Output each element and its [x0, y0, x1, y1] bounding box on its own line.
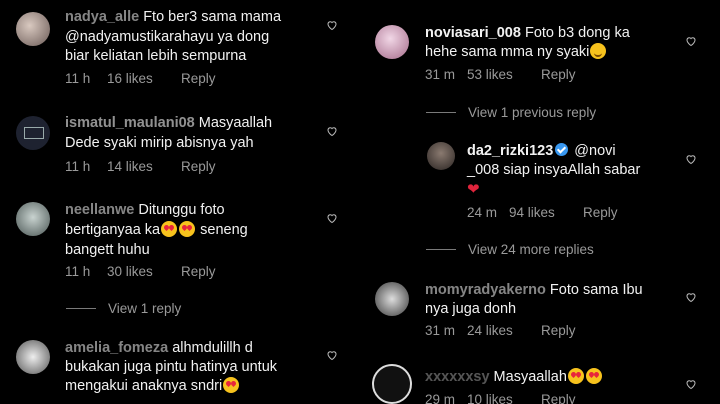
heart-eyes-emoji-icon: [161, 221, 178, 237]
heart-outline-icon[interactable]: [326, 212, 338, 224]
heart-outline-icon[interactable]: [326, 19, 338, 31]
avatar[interactable]: [375, 25, 409, 59]
comment-likes[interactable]: 30 likes: [107, 264, 167, 279]
comment-text: hehe sama mma ny syaki: [425, 44, 590, 60]
comment-time: 31 m: [425, 323, 456, 338]
avatar[interactable]: [16, 202, 50, 236]
view-previous-replies-link[interactable]: View 1 previous reply: [426, 105, 596, 120]
heart-eyes-emoji-icon: [179, 221, 196, 237]
avatar[interactable]: [16, 340, 50, 374]
divider-line: [426, 249, 456, 250]
panel-divider: [352, 0, 360, 404]
comment-username[interactable]: xxxxxxsy: [425, 369, 490, 385]
avatar[interactable]: [375, 282, 409, 316]
comment-text: biar keliatan lebih sempurna: [65, 48, 247, 64]
comment-username[interactable]: ismatul_maulani08: [65, 115, 195, 131]
red-heart-emoji-icon: ❤: [467, 181, 480, 198]
comments-column-right: noviasari_008 Foto b3 dong ka hehe sama …: [360, 0, 720, 404]
comment-text: Masyaallah: [198, 115, 273, 131]
comment-likes[interactable]: 53 likes: [467, 67, 527, 82]
heart-outline-icon[interactable]: [685, 378, 697, 390]
comment-username[interactable]: amelia_fomeza: [65, 340, 168, 356]
comment-time: 11 h: [65, 264, 91, 279]
comment-text: alhmdulillh d: [172, 340, 253, 356]
heart-outline-icon[interactable]: [685, 153, 697, 165]
comment-likes[interactable]: 94 likes: [509, 205, 569, 220]
comment-text: bukakan juga pintu hatinya untuk: [65, 359, 278, 375]
view-replies-label: View 1 reply: [108, 301, 182, 316]
reply-button[interactable]: Reply: [181, 71, 216, 86]
comment-time: 24 m: [467, 205, 498, 220]
view-previous-label: View 1 previous reply: [468, 105, 597, 120]
avatar[interactable]: [427, 142, 455, 170]
comment-text: seneng: [200, 222, 248, 238]
view-more-label: View 24 more replies: [468, 242, 594, 257]
verified-badge-icon: [555, 143, 569, 156]
comment-time: 11 h: [65, 159, 91, 174]
heart-outline-icon[interactable]: [326, 125, 338, 137]
avatar[interactable]: [16, 116, 50, 150]
comment-username[interactable]: nadya_alle: [65, 9, 139, 25]
comment-username[interactable]: momyradyakerno: [425, 282, 546, 298]
comment-text: @nadyamustikarahayu ya dong: [65, 29, 270, 45]
heart-eyes-emoji-icon: [567, 368, 584, 384]
comment-text: Ditunggu foto: [138, 202, 225, 218]
giggle-emoji-icon: [590, 43, 607, 59]
comment-text: nya juga donh: [425, 301, 517, 317]
comment-text: Foto b3 dong ka: [524, 25, 630, 41]
avatar[interactable]: [16, 12, 50, 46]
divider-line: [66, 308, 96, 309]
heart-eyes-emoji-icon: [585, 368, 602, 384]
comment-text: bertiganyaa ka: [65, 222, 161, 238]
comment-text: _008 siap insyaAllah sabar: [467, 162, 641, 178]
avatar[interactable]: [372, 364, 412, 404]
divider-line: [426, 112, 456, 113]
mention-link[interactable]: @novi: [574, 143, 615, 159]
comments-column-left: nadya_alle Fto ber3 sama mama @nadyamust…: [0, 0, 352, 404]
view-more-replies-link[interactable]: View 24 more replies: [426, 242, 594, 257]
reply-button[interactable]: Reply: [541, 67, 576, 82]
comment-time: 29 m: [425, 392, 456, 404]
comment-time: 31 m: [425, 67, 456, 82]
heart-eyes-emoji-icon: [223, 377, 240, 393]
comment-text: Foto sama Ibu: [549, 282, 643, 298]
comment-username[interactable]: noviasari_008: [425, 25, 521, 41]
view-replies-link[interactable]: View 1 reply: [66, 301, 181, 316]
heart-outline-icon[interactable]: [685, 35, 697, 47]
comment-text: bangett huhu: [65, 242, 150, 258]
comment-username[interactable]: da2_rizki123: [467, 143, 553, 159]
comment-likes[interactable]: 16 likes: [107, 71, 167, 86]
comment-text: Masyaallah: [493, 369, 567, 385]
reply-button[interactable]: Reply: [541, 392, 576, 404]
comment-time: 11 h: [65, 71, 91, 86]
comment-text: mengakui anaknya sndri: [65, 378, 223, 394]
comment-text: Fto ber3 sama mama: [143, 9, 282, 25]
comment-likes[interactable]: 10 likes: [467, 392, 527, 404]
heart-outline-icon[interactable]: [685, 291, 697, 303]
reply-button[interactable]: Reply: [181, 159, 216, 174]
heart-outline-icon[interactable]: [326, 349, 338, 361]
comment-username[interactable]: neellanwe: [65, 202, 134, 218]
comment-likes[interactable]: 14 likes: [107, 159, 167, 174]
comment-likes[interactable]: 24 likes: [467, 323, 527, 338]
reply-button[interactable]: Reply: [181, 264, 216, 279]
reply-button[interactable]: Reply: [541, 323, 576, 338]
reply-button[interactable]: Reply: [583, 205, 618, 220]
comment-text: Dede syaki mirip abisnya yah: [65, 135, 254, 151]
